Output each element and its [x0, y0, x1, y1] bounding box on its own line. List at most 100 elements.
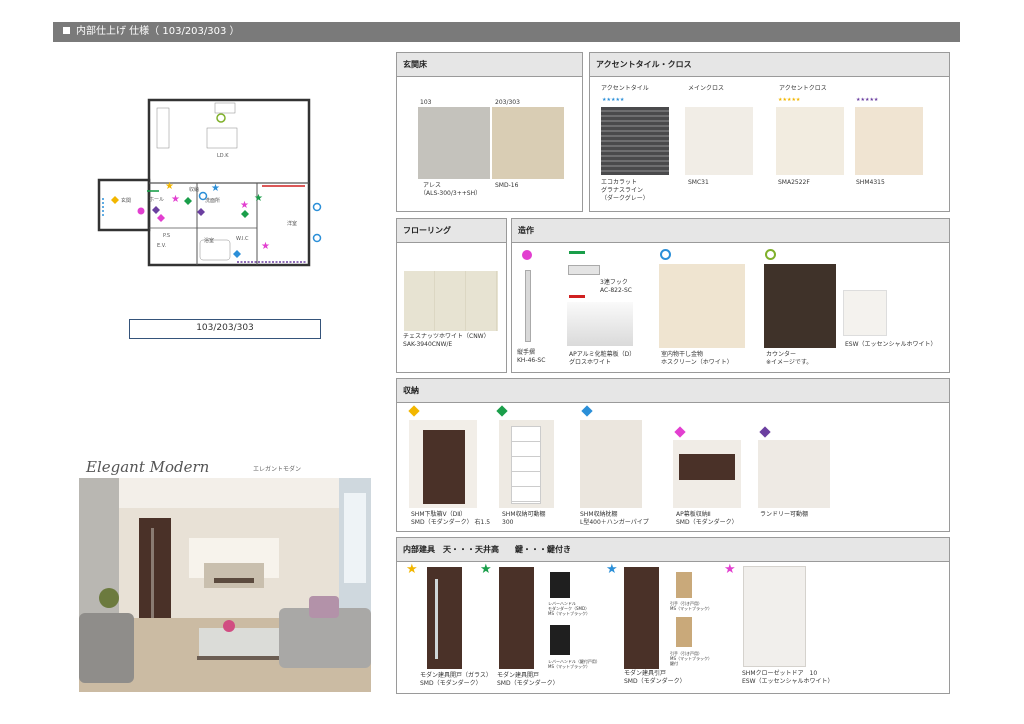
- aluminum-trim-image: [567, 302, 633, 346]
- hinged-door-name: モダン建具開戸 SMD（モダンダーク）: [497, 672, 559, 687]
- entrance-103-name: アレス: [423, 182, 442, 189]
- room-label-bath: 浴室: [204, 238, 215, 244]
- svg-text:★: ★: [240, 200, 249, 211]
- laundry-shelf-image: [758, 440, 830, 508]
- flooring-heading: フローリング: [397, 219, 506, 243]
- room-label-storage: 収納: [189, 187, 200, 193]
- main-cloth-name: SMC31: [688, 179, 709, 186]
- green-star-marker-icon: ★: [480, 562, 492, 577]
- lime-circle-marker-icon: [765, 249, 776, 260]
- glass-hinged-door-name: モダン建具開戸（ガラス） SMD（モダンダーク）: [420, 672, 492, 687]
- counter-image: [764, 264, 836, 348]
- entrance-103-code: （ALS-300/3++SH）: [420, 190, 482, 197]
- glass-hinged-door-image: [427, 567, 462, 669]
- essential-white-name: ESW（エッセンシャルホワイト）: [845, 341, 937, 348]
- drying-rack-name: 室内物干し金物 ホスクリーン（ホワイト）: [661, 351, 733, 366]
- lever-handle-image: [550, 572, 570, 598]
- sliding-door-image: [624, 567, 659, 669]
- style-title: Elegant Modern: [86, 458, 210, 476]
- accent-cloth-column-label: アクセントクロス: [779, 85, 827, 92]
- shoe-cabinet-name: SHM下駄箱V（DⅡ） SMD（モダンダーク） 右1.5: [411, 511, 491, 526]
- accent-cloth-2-swatch: [855, 107, 923, 175]
- adjustable-shelf-name: SHM収納可動棚 300: [502, 511, 546, 526]
- closet-door-name: SHMクローゼットドア 10 ESW（エッセンシャルホワイト）: [742, 670, 834, 685]
- accent-tile-column-label: アクセントタイル: [601, 85, 649, 92]
- flooring-name: チェスナッツホワイト（CNW）: [403, 333, 490, 340]
- svg-text:★: ★: [165, 181, 174, 192]
- storage-heading: 収納: [397, 379, 949, 403]
- interior-doors-heading: 内部建具 天・・・天井高 鍵・・・鍵付き: [397, 538, 949, 562]
- lever-handle-note: レバーハンドル モダンダーク（SMD） MS（マットブラック）: [548, 601, 590, 617]
- closet-shelf-name: SHM収納枕棚 L型400＋ハンガーパイプ: [580, 511, 649, 526]
- accent-tile-stars-icon: ★★★★★: [602, 97, 625, 103]
- bullet-square-icon: [63, 27, 70, 34]
- closet-shelf-image: [580, 420, 642, 508]
- fixtures-heading: 造作: [512, 219, 949, 243]
- locking-lever-handle-image: [550, 625, 570, 655]
- triple-hook-image: [568, 265, 600, 275]
- entrance-tile-swatch-203: [492, 107, 564, 179]
- magenta-star-marker-icon: ★: [724, 562, 736, 577]
- room-label-western: 洋室: [287, 221, 298, 227]
- entrance-203-name: SMD-16: [495, 182, 519, 189]
- vertical-handrail-image: [525, 270, 531, 342]
- page-title-bar: 内部仕上げ 仕様（ 103/203/303 ）: [53, 22, 960, 42]
- flooring-code: SAK-3940CNW/E: [403, 341, 453, 348]
- magenta-circle-marker-icon: [522, 250, 532, 260]
- accent-cloth-1-swatch: [776, 107, 844, 175]
- svg-text:★: ★: [211, 183, 220, 194]
- entrance-tile-swatch-103: [418, 107, 490, 179]
- handrail-name: 縦手摺 KH-46-SC: [517, 349, 546, 364]
- flooring-swatch: [404, 271, 498, 331]
- blue-star-marker-icon: ★: [606, 562, 618, 577]
- room-label-ldk: LD.K: [217, 153, 229, 159]
- main-cloth-column-label: メインクロス: [688, 85, 725, 92]
- accent-cloth-1-name: SMA2522F: [778, 179, 810, 186]
- room-label-ev: E.V.: [157, 243, 167, 249]
- accent-tile-swatch: [601, 107, 669, 175]
- accent-cloth-1-stars-icon: ★★★★★: [778, 97, 801, 103]
- green-line-marker-icon: [569, 251, 585, 254]
- locking-pull-handle-note: 引手（引き戸用） MS（マットブラック） 鍵付: [670, 651, 712, 667]
- hook-name: 3連フック AC-822-SC: [600, 279, 632, 294]
- sliding-door-name: モダン建具引戸 SMD（モダンダーク）: [624, 670, 686, 685]
- entrance-103-label: 103: [420, 99, 432, 106]
- ap-trim-storage-image: [673, 440, 741, 508]
- essential-white-swatch: [843, 290, 887, 336]
- svg-text:★: ★: [261, 241, 270, 252]
- page-title: 内部仕上げ 仕様（ 103/203/303 ）: [76, 26, 240, 37]
- red-line-marker-icon: [569, 295, 585, 298]
- floor-plan: ★ ★ ★ ★ ★ ★ LD.K 玄関 ホール 洗面所 浴室 洋室 W.I.C …: [97, 98, 337, 270]
- room-label-entrance: 玄関: [121, 198, 132, 204]
- living-room-image: [79, 478, 371, 692]
- blue-circle-marker-icon: [660, 249, 671, 260]
- entrance-floor-heading: 玄関床: [397, 53, 582, 77]
- adjustable-shelf-image: [499, 420, 554, 508]
- trim-name: APアルミ化粧幕板（D） グロスホワイト: [569, 351, 636, 366]
- accent-cloth-2-name: SHM4315: [856, 179, 885, 186]
- room-label-washroom: 洗面所: [205, 198, 221, 204]
- room-label-ps: P.S: [163, 233, 170, 239]
- accent-cloth-2-stars-icon: ★★★★★: [856, 97, 879, 103]
- entrance-203-label: 203/303: [495, 99, 520, 106]
- unit-number-box: 103/203/303: [129, 319, 321, 339]
- ap-trim-storage-name: AP幕板収納Ⅱ SMD（モダンダーク）: [676, 511, 738, 526]
- locking-pull-handle-image: [676, 617, 692, 647]
- floor-plan-drawing: ★ ★ ★ ★ ★ ★: [97, 98, 322, 267]
- hinged-door-image: [499, 567, 534, 669]
- pull-handle-note: 引手（引き戸用） MS（マットブラック）: [670, 601, 712, 612]
- interior-photo: [79, 478, 371, 692]
- room-label-wic: W.I.C: [236, 236, 249, 242]
- svg-text:★: ★: [254, 193, 263, 204]
- svg-text:★: ★: [171, 194, 180, 205]
- pull-handle-image: [676, 572, 692, 598]
- style-subtitle: エレガントモダン: [253, 466, 302, 473]
- closet-door-image: [743, 566, 806, 667]
- accent-heading: アクセントタイル・クロス: [590, 53, 949, 77]
- accent-tile-name: エコカラット グラナスライン （ダークグレー）: [601, 179, 649, 202]
- shoe-cabinet-image: [409, 420, 477, 508]
- laundry-shelf-name: ランドリー可動棚: [760, 511, 809, 518]
- room-label-hall: ホール: [149, 197, 165, 203]
- main-cloth-swatch: [685, 107, 753, 175]
- indoor-drying-rack-image: [659, 264, 745, 348]
